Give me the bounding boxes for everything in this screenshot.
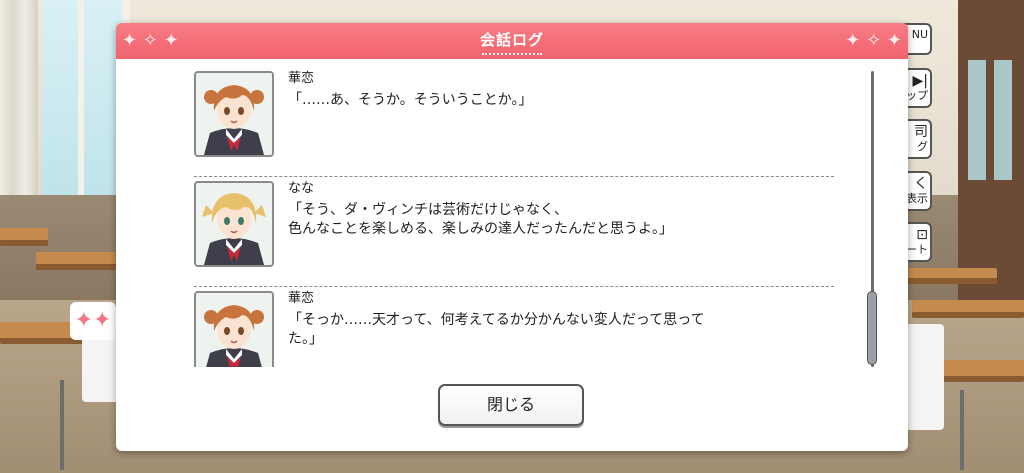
dialogue-text: 「そう、ダ・ヴィンチは芸術だけじゃなく、 色んなことを楽しめる、楽しみの達人だっ… [288,202,673,237]
desk [912,300,1024,318]
sparkle-icon: ✦✦ [70,302,116,340]
log-entry: なな 「そう、ダ・ヴィンチは芸術だけじゃなく、 色んなことを楽しめる、楽しみの達… [194,177,834,287]
karen-portrait-icon [194,71,274,157]
desk [905,268,997,284]
curtain [0,0,38,205]
dialogue-text: 「……あ、そうか。そういうことか。」 [288,92,533,108]
background-panel [906,324,944,430]
desk [0,228,48,246]
dialogue-text: 「そっか……天才って、何考えてるか分かんない変人だって思って た。」 [288,312,705,347]
log-entry: 華恋 「そっか……天才って、何考えてるか分かんない変人だって思って た。」 [194,287,834,367]
desk [930,360,1024,382]
door [958,0,1024,300]
speaker-name: 華恋 [288,71,315,86]
close-button[interactable]: 閉じる [438,384,584,426]
conversation-log-dialog: ✦ ✧ ✦ ✦ ✧ ✦ 会話ログ 華恋 「……あ、そうか。そういうことか。」 な… [116,23,908,451]
log-scrollbar[interactable] [867,71,877,367]
dialog-header: ✦ ✧ ✦ ✦ ✧ ✦ 会話ログ [116,23,908,59]
title-underline [482,53,542,55]
speaker-name: 華恋 [288,291,315,306]
chair-leg [60,380,64,470]
nana-portrait-icon [194,181,274,267]
chair-leg [960,390,964,470]
desk [36,252,116,270]
scrollbar-thumb[interactable] [867,291,877,365]
karen-portrait-icon [194,291,274,367]
speaker-name: なな [288,181,315,196]
log-list[interactable]: 華恋 「……あ、そうか。そういうことか。」 なな 「そう、ダ・ヴィンチは芸術だけ… [194,67,834,367]
log-entry: 華恋 「……あ、そうか。そういうことか。」 [194,67,834,177]
